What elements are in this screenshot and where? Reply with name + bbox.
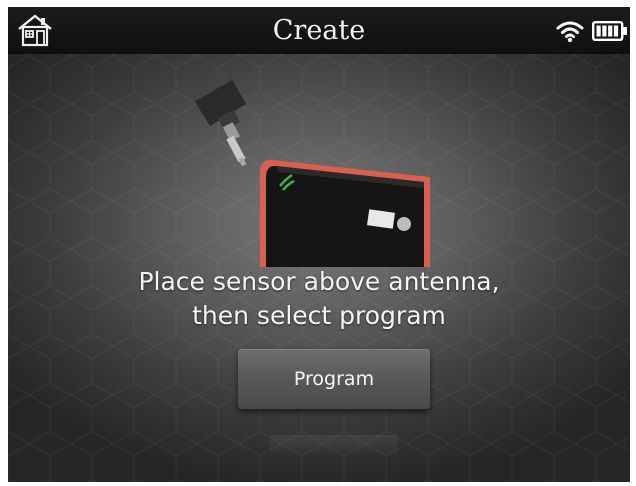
device-screen: Create Place sensor above antenna, then …	[8, 7, 630, 482]
instruction-text: Place sensor above antenna, then select …	[68, 265, 570, 333]
status-bar: Create	[8, 7, 630, 54]
instruction-line-1: Place sensor above antenna,	[138, 267, 500, 296]
sensor-placement-illustration	[190, 72, 430, 267]
home-icon	[18, 14, 52, 47]
screen-title: Create	[272, 15, 366, 46]
button-reflection	[270, 435, 398, 457]
instruction-line-2: then select program	[192, 301, 446, 330]
battery-icon	[592, 21, 627, 41]
tpms-device-image	[260, 159, 430, 267]
tpms-sensor-image	[190, 72, 247, 167]
program-button[interactable]: Program	[238, 349, 430, 409]
home-button[interactable]	[16, 11, 54, 49]
wifi-icon	[556, 21, 584, 43]
